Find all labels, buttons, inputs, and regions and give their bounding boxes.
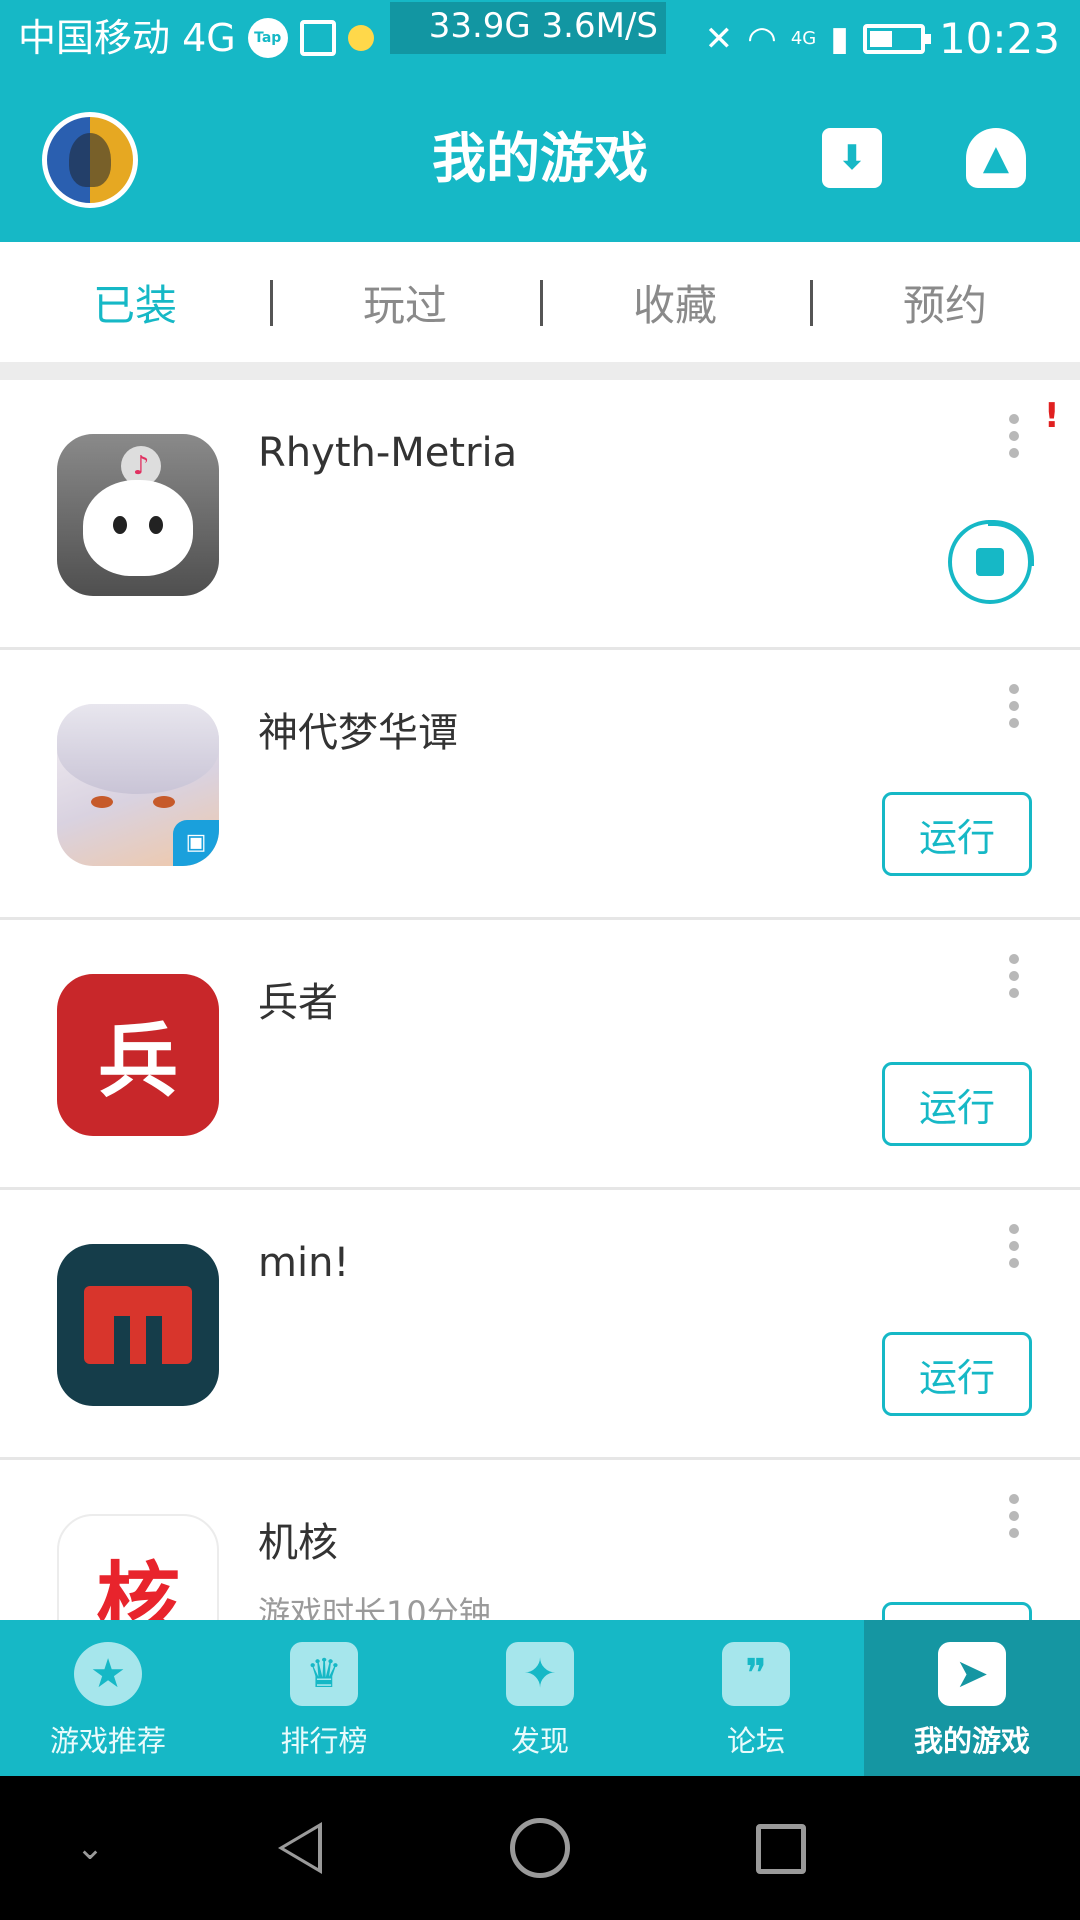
status-bar: 中国移动 4G Tap 33.9G 3.6M/S ✕ ◠ 4G ▮ 10:23 <box>0 0 1080 76</box>
quote-icon: ❞ <box>722 1642 790 1706</box>
game-icon-shendai[interactable]: ▣ <box>57 704 219 866</box>
alert-icon: ! <box>1044 396 1060 436</box>
nav-label: 发现 <box>510 1724 569 1758</box>
system-nav-bar: ⌄ <box>0 1776 1080 1920</box>
sparkle-icon: ✦ <box>506 1642 574 1706</box>
network-type-label: 4G <box>790 28 817 49</box>
speedup-button[interactable]: ▲ <box>966 128 1026 188</box>
recent-apps-icon[interactable] <box>756 1824 806 1874</box>
more-options-icon[interactable] <box>1008 1494 1020 1538</box>
tab-installed[interactable]: 已装 <box>0 242 270 362</box>
list-item[interactable]: min! 运行 <box>0 1190 1080 1460</box>
divider <box>0 362 1080 380</box>
list-item[interactable]: ♪ Rhyth-Metria ! <box>0 380 1080 650</box>
tap-badge-icon: Tap <box>247 18 288 58</box>
m-logo-icon <box>84 1286 192 1364</box>
tab-played[interactable]: 玩过 <box>270 242 540 362</box>
bottom-nav: ★ 游戏推荐 ♛ 排行榜 ✦ 发现 ❞ 论坛 ➤ 我的游戏 <box>0 1620 1080 1776</box>
nav-label: 论坛 <box>726 1724 785 1758</box>
game-name: Rhyth-Metria <box>258 430 518 476</box>
back-icon[interactable] <box>268 1816 332 1880</box>
notification-dot-icon <box>347 25 374 51</box>
more-options-icon[interactable] <box>1008 684 1020 728</box>
download-icon: ⬇ <box>837 138 867 178</box>
download-progress-stop-button[interactable] <box>948 520 1034 604</box>
list-item[interactable]: 核 机核 游戏时长10分钟 运行 <box>0 1460 1080 1620</box>
trophy-icon: ♛ <box>290 1642 358 1706</box>
cat-face-icon <box>83 480 193 576</box>
run-button[interactable]: 运行 <box>882 1602 1032 1620</box>
carrier-label: 中国移动 4G <box>18 16 236 60</box>
hide-nav-icon[interactable]: ⌄ <box>70 1816 110 1880</box>
game-name: min! <box>258 1240 350 1286</box>
gallery-notification-icon <box>299 20 336 56</box>
run-button[interactable]: 运行 <box>882 1062 1032 1146</box>
more-options-icon[interactable] <box>1008 1224 1020 1268</box>
character-eye <box>91 796 113 808</box>
status-right: ✕ ◠ 4G ▮ 10:23 <box>705 12 1060 66</box>
network-speed: 33.9G 3.6M/S <box>390 2 666 54</box>
rocket-icon: ▲ <box>982 138 1010 178</box>
app-header: 我的游戏 ⬇ ▲ <box>0 76 1080 242</box>
nav-my-games[interactable]: ➤ 我的游戏 <box>864 1620 1080 1776</box>
more-options-icon[interactable] <box>1008 414 1020 458</box>
run-button[interactable]: 运行 <box>882 1332 1032 1416</box>
list-item[interactable]: 兵 兵者 运行 <box>0 920 1080 1190</box>
tab-favorites[interactable]: 收藏 <box>540 242 810 362</box>
signal-icon: ▮ <box>830 19 849 59</box>
character-eye <box>153 796 175 808</box>
run-button[interactable]: 运行 <box>882 792 1032 876</box>
nav-game-recommend[interactable]: ★ 游戏推荐 <box>0 1620 216 1776</box>
tab-reserved[interactable]: 预约 <box>810 242 1080 362</box>
mute-icon: ✕ <box>704 19 734 59</box>
play-time: 游戏时长10分钟 <box>258 1594 491 1620</box>
clock: 10:23 <box>938 14 1060 63</box>
page-title: 我的游戏 <box>432 127 648 190</box>
nav-label: 我的游戏 <box>913 1724 1030 1758</box>
battery-icon <box>862 24 931 54</box>
game-icon-bingzhe[interactable]: 兵 <box>57 974 219 1136</box>
nav-forum[interactable]: ❞ 论坛 <box>648 1620 864 1776</box>
list-item[interactable]: ▣ 神代梦华谭 运行 <box>0 650 1080 920</box>
game-name: 兵者 <box>258 980 338 1026</box>
star-icon: ★ <box>74 1642 142 1706</box>
game-list: ♪ Rhyth-Metria ! ▣ 神代梦华谭 运行 兵 兵者 运行 min!… <box>0 380 1080 1620</box>
paper-plane-icon: ➤ <box>938 1642 1006 1706</box>
status-left: 中国移动 4G Tap <box>18 14 374 62</box>
more-options-icon[interactable] <box>1008 954 1020 998</box>
bilibili-badge-icon: ▣ <box>173 820 219 866</box>
nav-label: 游戏推荐 <box>49 1724 166 1758</box>
game-icon-jihe[interactable]: 核 <box>57 1514 219 1620</box>
sub-tabs: 已装 玩过 收藏 预约 <box>0 242 1080 362</box>
game-icon-min[interactable] <box>57 1244 219 1406</box>
nav-ranking[interactable]: ♛ 排行榜 <box>216 1620 432 1776</box>
download-manager-button[interactable]: ⬇ <box>822 128 882 188</box>
game-name: 神代梦华谭 <box>258 710 458 756</box>
wifi-icon: ◠ <box>747 19 777 59</box>
stop-icon <box>976 548 1004 576</box>
home-icon[interactable] <box>510 1818 570 1878</box>
game-name: 机核 <box>258 1520 338 1566</box>
nav-label: 排行榜 <box>280 1724 368 1758</box>
character-hair <box>57 704 219 794</box>
game-icon-rhyth-metria[interactable]: ♪ <box>57 434 219 596</box>
nav-discover[interactable]: ✦ 发现 <box>432 1620 648 1776</box>
